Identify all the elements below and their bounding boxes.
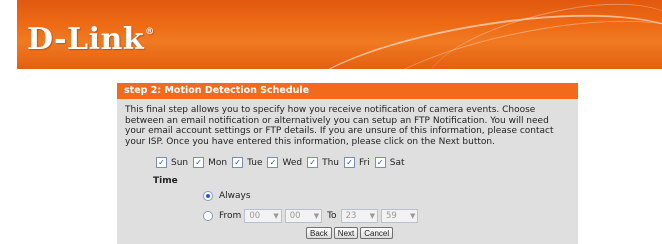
checkbox-checked-icon[interactable]: ✓ xyxy=(267,157,279,168)
from-label: From xyxy=(219,211,242,221)
checkbox-checked-icon[interactable]: ✓ xyxy=(307,157,319,168)
radio-selected-icon[interactable] xyxy=(203,191,213,201)
chevron-down-icon: ▼ xyxy=(369,212,375,220)
checkbox-checked-icon[interactable]: ✓ xyxy=(374,157,386,168)
chevron-down-icon: ▼ xyxy=(273,212,279,220)
day-label: Wed xyxy=(282,157,303,168)
day-checkboxes: ✓ Sun ✓ Mon ✓ Tue ✓ Wed ✓ Thu ✓ Fri ✓ Sat xyxy=(156,157,410,168)
chevron-down-icon: ▼ xyxy=(313,212,320,220)
to-minute-select[interactable]: 59 ▼ xyxy=(380,209,419,223)
day-label: Sun xyxy=(171,157,189,168)
day-sat[interactable]: ✓ Sat xyxy=(374,157,405,168)
always-option[interactable]: Always xyxy=(203,191,251,201)
panel-description: This final step allows you to specify ho… xyxy=(125,105,554,147)
day-label: Fri xyxy=(359,157,370,168)
schedule-panel: step 2: Motion Detection Schedule This f… xyxy=(117,83,578,244)
to-label: To xyxy=(327,211,337,221)
time-label: Time xyxy=(153,176,178,186)
next-button[interactable]: Next xyxy=(333,227,359,239)
day-label: Thu xyxy=(322,157,340,168)
to-hour-select[interactable]: 23 ▼ xyxy=(340,209,378,223)
registered-mark: ® xyxy=(145,27,155,37)
day-fri[interactable]: ✓ Fri xyxy=(344,157,370,168)
wizard-buttons: Back Next Cancel xyxy=(306,227,395,239)
from-minute-select[interactable]: 00 ▼ xyxy=(284,209,323,223)
chevron-down-icon: ▼ xyxy=(409,212,416,220)
day-mon[interactable]: ✓ Mon xyxy=(193,157,227,168)
back-button[interactable]: Back xyxy=(306,227,332,239)
panel-title: step 2: Motion Detection Schedule xyxy=(117,83,578,99)
day-label: Mon xyxy=(208,157,228,168)
from-hour-select[interactable]: 00 ▼ xyxy=(244,209,282,223)
day-label: Tue xyxy=(247,157,263,168)
always-label: Always xyxy=(219,191,251,201)
checkbox-checked-icon[interactable]: ✓ xyxy=(232,157,244,168)
checkbox-checked-icon[interactable]: ✓ xyxy=(344,157,356,168)
day-tue[interactable]: ✓ Tue xyxy=(232,157,262,168)
header-banner: D-Link® xyxy=(17,0,662,69)
day-wed[interactable]: ✓ Wed xyxy=(267,157,302,168)
radio-unselected-icon[interactable] xyxy=(203,211,213,221)
from-to-option[interactable]: From 00 ▼ 00 ▼ To 23 ▼ 59 ▼ xyxy=(203,209,419,223)
cancel-button[interactable]: Cancel xyxy=(360,227,394,239)
dlink-logo: D-Link® xyxy=(27,22,155,57)
checkbox-checked-icon[interactable]: ✓ xyxy=(156,157,167,168)
checkbox-checked-icon[interactable]: ✓ xyxy=(193,157,205,168)
brand-name: D-Link xyxy=(27,22,145,57)
day-sun[interactable]: ✓ Sun xyxy=(156,157,188,168)
day-thu[interactable]: ✓ Thu xyxy=(307,157,339,168)
day-label: Sat xyxy=(389,157,405,168)
